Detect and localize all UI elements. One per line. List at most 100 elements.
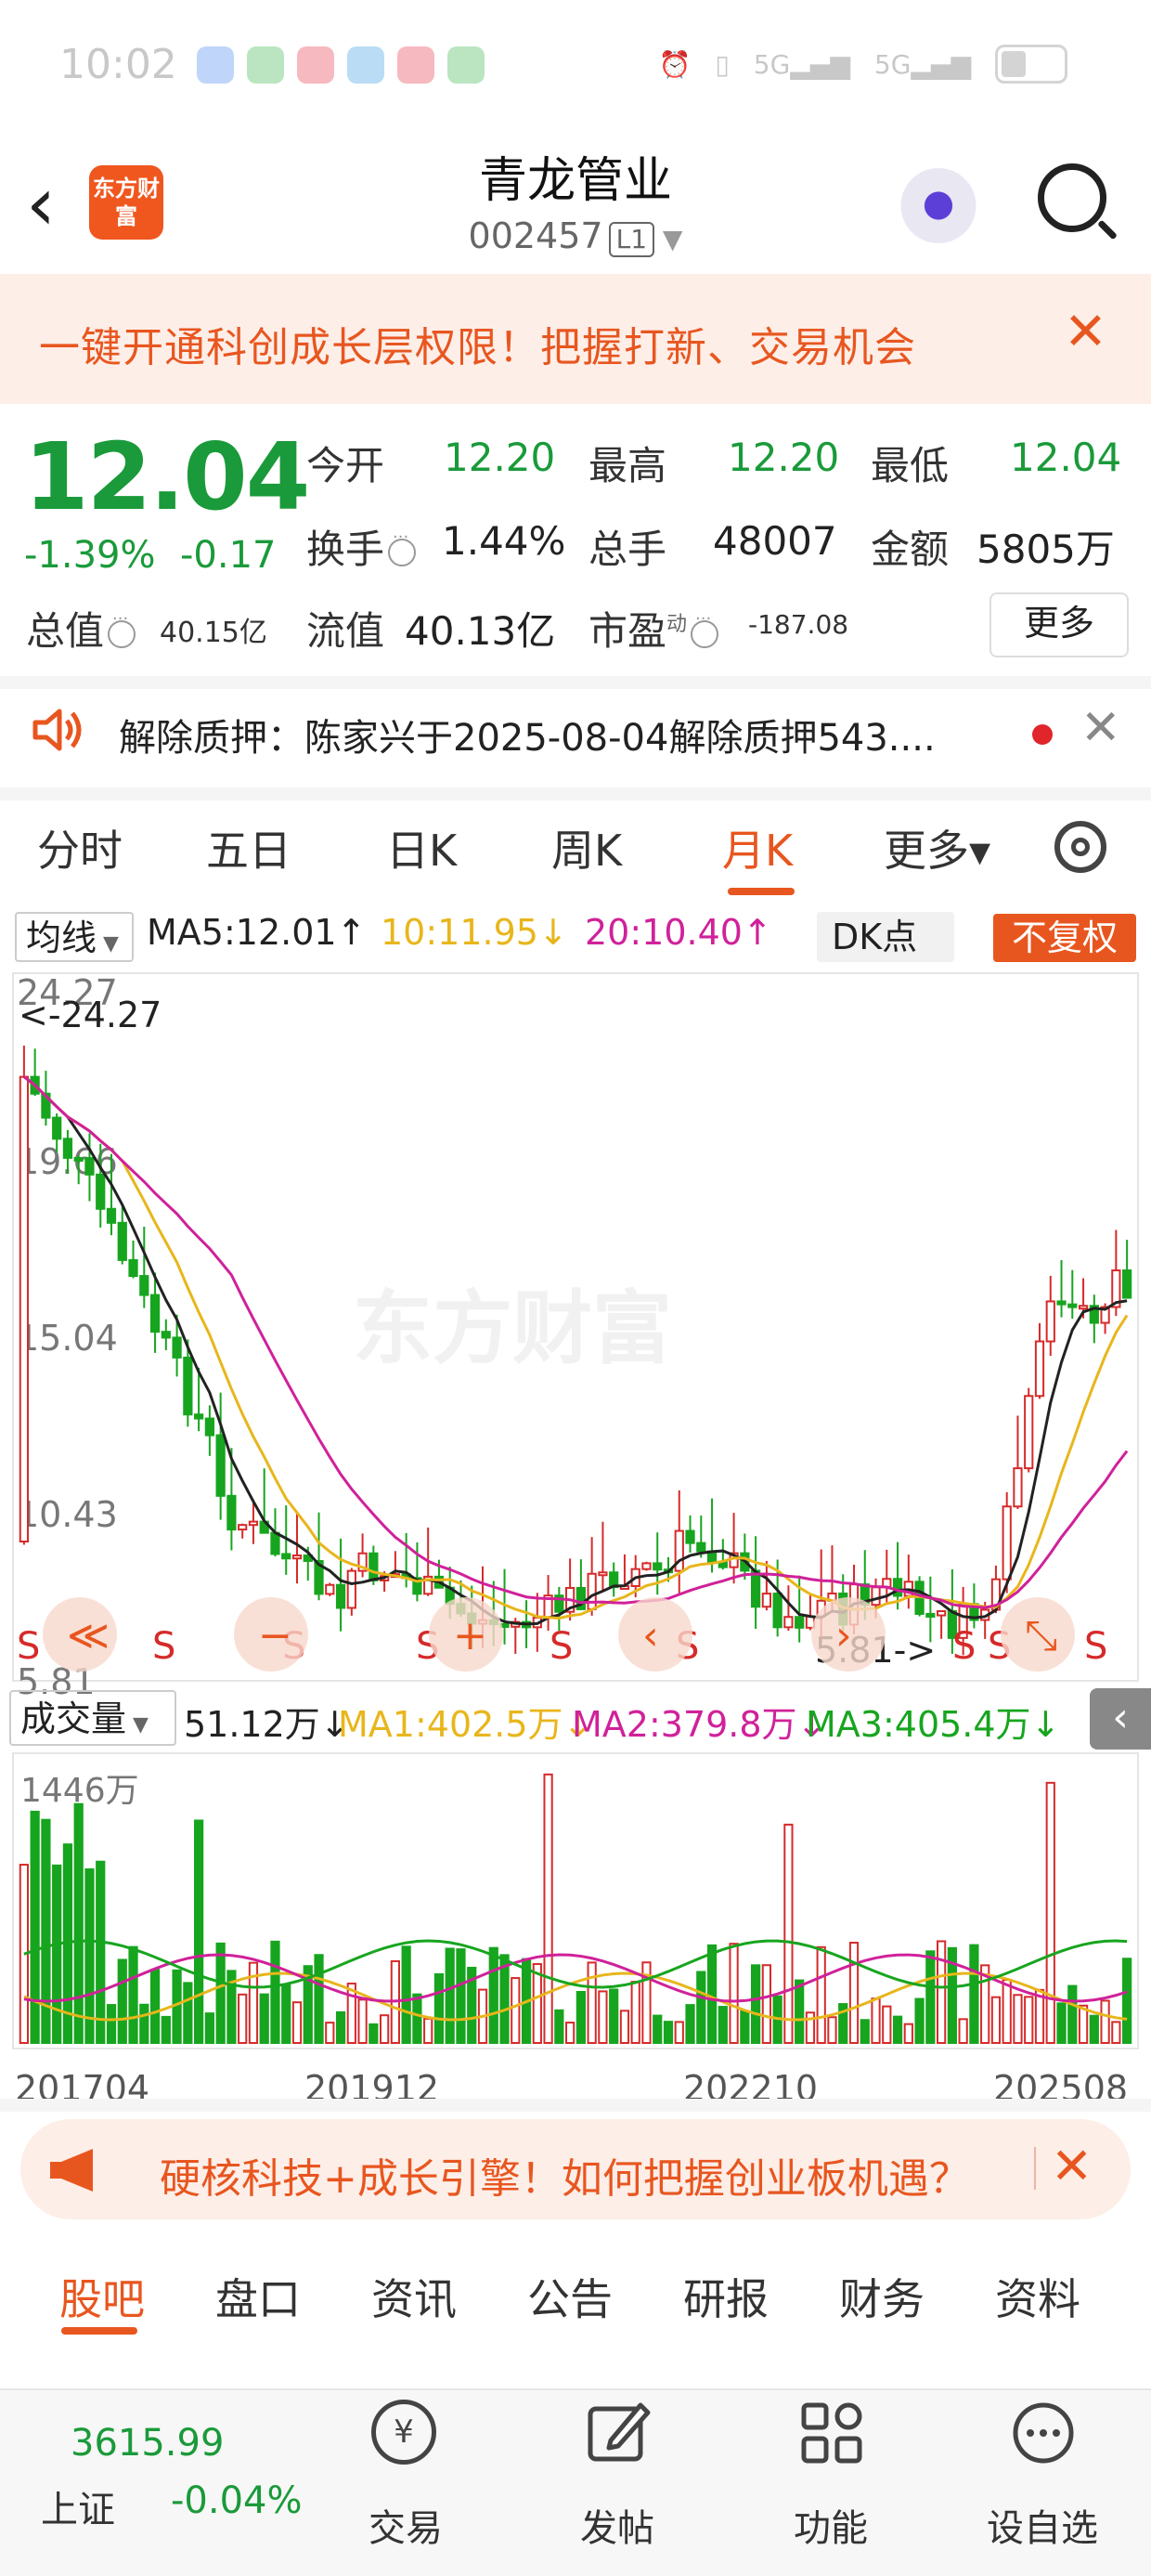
volume-bar [848,1942,860,2045]
tab-five-day[interactable]: 五日 [206,817,291,878]
tab-order-book[interactable]: 盘口 [215,2266,301,2327]
system-status-icons: ⏰ ▯ 5G▂▄▆ 5G▂▄▆ [658,45,1067,84]
open-label: 今开 [306,443,385,488]
ma5-value: MA5:12.01↑ [147,912,367,953]
edit-post-icon[interactable] [585,2400,652,2466]
volume-bar [1002,1979,1012,2044]
more-options-icon[interactable] [1010,2400,1077,2466]
pe-value: -187.08 [748,609,849,640]
tab-weekly-k[interactable]: 周K [551,817,622,878]
footer-add-watchlist[interactable]: 设自选 [982,2498,1103,2552]
kline-chart[interactable]: 东方财富24.2719.6615.0410.435.81<-24.275.81-… [0,966,1151,2117]
ma-selector[interactable]: 均线 ▼ [15,912,134,962]
close-icon[interactable]: ✕ [1080,704,1121,752]
candle-body [751,1569,761,1608]
volume-bar [609,1988,619,2045]
info-icon[interactable] [108,609,136,648]
collapse-button[interactable]: ‹ [1090,1688,1151,1750]
candle-body [369,1552,379,1581]
candle-body [795,1616,805,1629]
signal-icon: 5G▂▄▆ [753,48,850,80]
volume-bar [554,2009,564,2044]
footer-functions[interactable]: 功能 [789,2498,873,2552]
sell-signal: S [1084,1625,1107,1668]
promo-text[interactable]: 一键开通科创成长层权限！把握打新、交易机会 [39,314,916,373]
market-cap-label[interactable]: 总值 [26,600,139,657]
volume-bar [161,2015,171,2044]
functions-grid-icon[interactable] [798,2400,865,2466]
tab-guba[interactable]: 股吧 [59,2266,145,2327]
divider [0,2099,1151,2112]
info-icon[interactable] [388,527,417,566]
candle-body [335,1583,346,1609]
footer-post[interactable]: 发帖 [576,2498,659,2552]
volume-bar [423,2017,433,2045]
megaphone-icon [50,2149,93,2192]
trade-icon[interactable]: ¥ [371,2400,436,2465]
index-name[interactable]: 上证 [41,2479,115,2533]
stock-code-row[interactable]: 002457 L1 ▼ [0,215,1151,257]
volume-bar [380,2014,390,2044]
close-icon[interactable]: ✕ [1051,2141,1093,2192]
candle-body [84,1157,95,1176]
volume-bar [357,1998,368,2045]
chevron-down-icon: ▼ [126,1713,149,1737]
assistant-robot-icon[interactable] [897,160,980,243]
turnover-label[interactable]: 换手 [306,518,420,575]
volume-bar [653,2014,663,2044]
candle-body [106,1207,117,1224]
volume-bar [882,2005,892,2045]
tab-financials[interactable]: 财务 [839,2266,925,2327]
volume-bar [685,2004,695,2044]
candle-body [937,1610,947,1617]
volume-ma-line [23,1939,1128,1989]
candle-body [1034,1340,1045,1398]
volume-bar [1100,1999,1110,2045]
volume-bar [783,1823,794,2044]
index-value[interactable]: 3615.99 [71,2422,224,2465]
candle-body [783,1616,794,1629]
candle-body [52,1116,62,1140]
info-icon[interactable] [691,609,719,648]
tab-news[interactable]: 资讯 [371,2266,457,2327]
candle-body [149,1294,161,1334]
volume-indicator-selector[interactable]: 成交量 ▼ [9,1690,176,1746]
candle-body [892,1578,903,1597]
tab-monthly-k[interactable]: 月K [722,817,793,878]
ad-text[interactable]: 硬核科技+成长引擎！如何把握创业板机遇？ [160,2145,970,2205]
minus-icon: − [258,1612,292,1659]
notice-text[interactable]: 解除质押：陈家兴于2025-08-04解除质押543.... [119,708,936,761]
tab-research[interactable]: 研报 [683,2266,769,2327]
footer-trade[interactable]: 交易 [364,2498,447,2552]
tab-intraday[interactable]: 分时 [37,817,123,878]
candle-body [871,1586,881,1607]
low-label: 最低 [871,443,950,488]
high-value: 12.20 [728,435,840,480]
tab-announcements[interactable]: 公告 [527,2266,613,2327]
more-button[interactable]: 更多 [989,592,1129,657]
scroll-right-icon: › [835,1612,852,1659]
y-tick-label: 10.43 [17,1494,118,1535]
volume-bar [369,2023,379,2044]
volume-bar [827,2016,837,2045]
search-icon[interactable] [1038,163,1106,232]
volume-bar [139,2003,149,2045]
volume-bar [892,2015,903,2045]
tab-profile[interactable]: 资料 [995,2266,1080,2327]
vol-ma2-value: MA2:379.8万↓ [572,1704,827,1745]
volume-frame [12,1752,1139,2049]
tab-more[interactable]: 更多▾ [884,817,990,878]
open-value: 12.20 [444,435,556,480]
volume-bar [456,1948,466,2044]
close-icon[interactable]: ✕ [1064,306,1107,358]
gear-icon[interactable] [1054,821,1106,873]
tab-daily-k[interactable]: 日K [386,817,457,878]
candle-body [325,1583,335,1595]
pe-label[interactable]: 市盈动 [588,600,722,657]
dk-point-selector[interactable]: DK点 [817,912,954,962]
volume-bar [259,1993,269,2045]
app-notification-icon [197,46,234,84]
adjust-button[interactable]: 不复权 [993,914,1136,962]
index-change[interactable]: -0.04% [171,2479,303,2522]
app-notification-icon [247,46,284,84]
